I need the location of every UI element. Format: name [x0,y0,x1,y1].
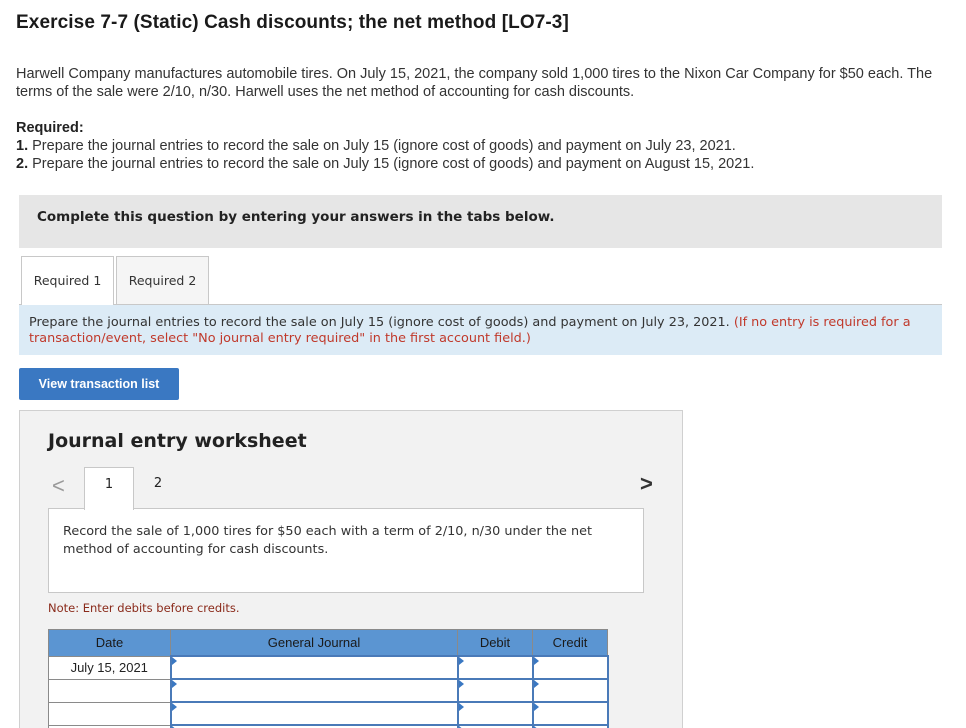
debit-input[interactable] [456,655,534,680]
required-item-number: 1. [16,138,29,154]
transaction-description: Record the sale of 1,000 tires for $50 e… [48,508,644,593]
required-item-number: 2. [16,156,29,172]
table-row [48,701,609,726]
required-section: Required: 1. Prepare the journal entries… [16,119,946,173]
date-cell [48,678,171,703]
column-header-debit: Debit [457,629,533,657]
credit-input[interactable] [531,701,609,726]
table-row [48,678,609,703]
required-heading: Required: [16,120,84,136]
column-header-general-journal: General Journal [170,629,458,657]
tab-required-2[interactable]: Required 2 [116,256,209,304]
page: Exercise 7-7 (Static) Cash discounts; th… [0,0,966,728]
required-item-text: Prepare the journal entries to record th… [32,138,736,154]
credit-input[interactable] [531,678,609,703]
table-row: July 15, 2021 [48,655,609,680]
account-input[interactable] [169,655,459,680]
debit-input[interactable] [456,701,534,726]
required-item-text: Prepare the journal entries to record th… [32,156,755,172]
worksheet-page-2[interactable]: 2 [138,467,178,509]
problem-intro: Harwell Company manufactures automobile … [16,66,933,100]
instructions-text: Complete this question by entering your … [37,209,555,225]
credit-input[interactable] [531,655,609,680]
tab-panel-text: Prepare the journal entries to record th… [29,315,730,330]
instructions-bar: Complete this question by entering your … [19,195,942,248]
journal-entry-worksheet: Journal entry worksheet < 1 2 > Record t… [19,410,683,728]
exercise-title: Exercise 7-7 (Static) Cash discounts; th… [16,12,569,33]
worksheet-title: Journal entry worksheet [48,430,307,452]
journal-table: Date General Journal Debit Credit July 1… [48,629,609,728]
entry-note: Note: Enter debits before credits. [48,601,240,615]
chevron-left-icon[interactable]: < [52,473,65,499]
required-item-2: 2. Prepare the journal entries to record… [16,155,946,173]
debit-input[interactable] [456,678,534,703]
account-input[interactable] [169,701,459,726]
column-header-credit: Credit [532,629,608,657]
view-transaction-list-button[interactable]: View transaction list [19,368,179,400]
date-cell [48,701,171,726]
required-item-1: 1. Prepare the journal entries to record… [16,137,946,155]
tab-required-1[interactable]: Required 1 [21,256,114,305]
column-header-date: Date [48,629,171,657]
tab-panel-instructions: Prepare the journal entries to record th… [19,304,942,355]
account-input[interactable] [169,678,459,703]
chevron-right-icon[interactable]: > [640,471,653,497]
date-cell: July 15, 2021 [48,655,171,680]
worksheet-page-1[interactable]: 1 [84,467,134,510]
